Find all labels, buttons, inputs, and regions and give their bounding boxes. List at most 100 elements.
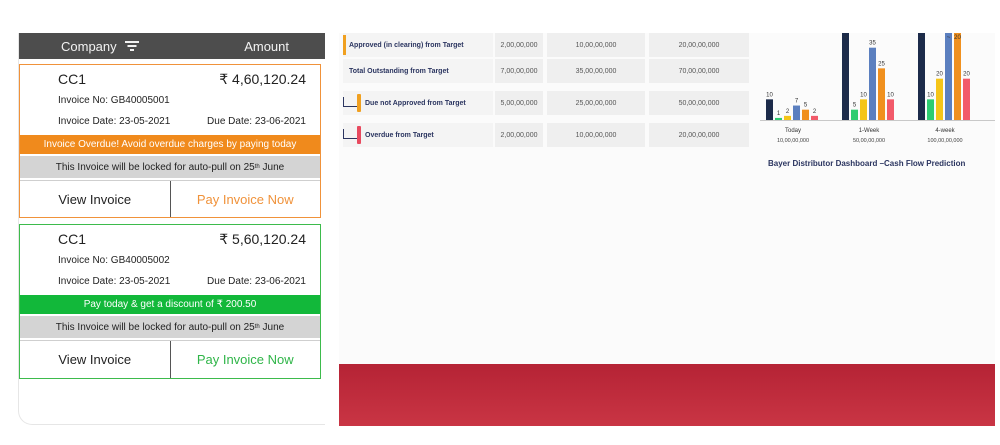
bar-value-label: 20 [936, 72, 943, 78]
chart-bar [945, 33, 952, 120]
invoice-number: Invoice No: GB40005001 [58, 95, 170, 106]
chart-bar [775, 117, 782, 120]
value-month: 20,00,00,000 [649, 33, 749, 57]
cash-flow-chart: 101 2752Today10,00,00,000~5103525101-Week… [760, 33, 995, 144]
category-subtitle: 10,00,00,000 [777, 138, 809, 144]
bar-value-label: 10 [860, 92, 867, 98]
lock-note-suffix: June [259, 161, 285, 173]
lock-note-prefix: This Invoice will be locked for auto-pul… [55, 321, 255, 333]
value-week: 10,00,00,000 [547, 123, 645, 147]
chart-bar [963, 78, 970, 120]
chart-bar [869, 47, 876, 120]
chart-bar [887, 99, 894, 120]
bar-value-label: 10 [766, 92, 773, 98]
bar-value-label: 20 [954, 35, 961, 41]
table-row: Due not Approved from Target 5,00,00,000… [339, 91, 749, 117]
due-date: Due Date: 23-06-2021 [207, 116, 306, 127]
invoice-list-header: Company Amount [19, 33, 325, 59]
view-invoice-button[interactable]: View Invoice [20, 181, 171, 217]
amount-column-header: Amount [244, 38, 289, 54]
company-header-label: Company [61, 38, 117, 54]
value-today: 5,00,00,000 [495, 91, 543, 115]
invoice-date: Invoice Date: 23-05-2021 [58, 276, 171, 287]
category-subtitle: 100,00,00,000 [927, 138, 962, 144]
invoice-date: Invoice Date: 23-05-2021 [58, 116, 171, 127]
bar-value-label: 7 [795, 99, 799, 105]
chart-bar [842, 33, 849, 120]
value-month: 70,00,00,000 [649, 59, 749, 83]
value-today: 2,00,00,000 [495, 33, 543, 57]
chart-bar [802, 109, 809, 120]
value-week: 35,00,00,000 [547, 59, 645, 83]
pay-invoice-button[interactable]: Pay Invoice Now [171, 181, 321, 217]
row-label: Due not Approved from Target [343, 91, 493, 115]
overdue-banner: Invoice Overdue! Avoid overdue charges b… [20, 135, 320, 154]
chart-bar [784, 115, 791, 120]
auto-pull-lock-note: This Invoice will be locked for auto-pul… [20, 316, 320, 338]
category-subtitle: 50,00,00,000 [853, 138, 885, 144]
tree-bracket [343, 97, 357, 107]
invoice-amount: ₹ 4,60,120.24 [219, 71, 306, 87]
invoice-card: CC1 ₹ 4,60,120.24 Invoice No: GB40005001… [19, 64, 321, 218]
row-label: Total Outstanding from Target [343, 59, 493, 83]
bar-value-label: 10 [887, 92, 894, 98]
invoice-company: CC1 [58, 231, 87, 247]
chart-bar [811, 115, 818, 120]
due-date: Due Date: 23-06-2021 [207, 276, 306, 287]
dashboard-footer-band [339, 364, 995, 426]
due-marker [357, 94, 361, 112]
chart-bar [851, 109, 858, 120]
invoice-dates: Invoice Date: 23-05-2021 Due Date: 23-06… [58, 276, 306, 287]
overdue-marker [357, 126, 361, 144]
dashboard-panel: Approved (in clearing) from Target 2,00,… [339, 33, 995, 426]
view-invoice-button[interactable]: View Invoice [20, 341, 171, 378]
chart-bar [927, 99, 934, 120]
auto-pull-lock-note: This Invoice will be locked for auto-pul… [20, 156, 320, 178]
invoice-amount: ₹ 5,60,120.24 [219, 231, 306, 247]
filter-icon[interactable] [124, 41, 139, 51]
pay-invoice-button[interactable]: Pay Invoice Now [171, 341, 321, 378]
value-week: 10,00,00,000 [547, 33, 645, 57]
bar-value-label: 35 [869, 41, 876, 47]
bar-value-label: 2 [786, 109, 790, 115]
chart-bar [860, 99, 867, 120]
chart-bar [954, 33, 961, 120]
invoice-list-panel: Company Amount CC1 ₹ 4,60,120.24 Invoice… [18, 33, 325, 425]
value-week: 25,00,00,000 [547, 91, 645, 115]
row-label: Approved (in clearing) from Target [343, 33, 493, 57]
category-label: Today [785, 128, 801, 134]
bar-value-label: 1 [777, 111, 781, 117]
bar-value-label: 10 [927, 92, 934, 98]
bar-value-label: 5 [804, 103, 808, 109]
lock-note-prefix: This Invoice will be locked for auto-pul… [55, 161, 255, 173]
discount-banner: Pay today & get a discount of ₹ 200.50 [20, 295, 320, 314]
invoice-company: CC1 [58, 71, 87, 87]
bar-value-label: ~ [947, 35, 951, 41]
bar-value-label: ~ [844, 35, 848, 41]
value-month: 20,00,00,000 [649, 123, 749, 147]
chart-bar [766, 99, 773, 120]
invoice-actions: View Invoice Pay Invoice Now [20, 340, 320, 378]
table-row: Approved (in clearing) from Target 2,00,… [339, 33, 749, 59]
chart-bar [936, 78, 943, 120]
bar-value-label: 20 [963, 72, 970, 78]
invoice-actions: View Invoice Pay Invoice Now [20, 180, 320, 217]
value-today: 2,00,00,000 [495, 123, 543, 147]
row-label: Overdue from Target [343, 123, 493, 147]
company-column-header[interactable]: Company [61, 39, 139, 54]
approved-marker [343, 35, 346, 55]
target-table: Approved (in clearing) from Target 2,00,… [339, 33, 749, 149]
bar-value-label: 5 [853, 103, 857, 109]
invoice-dates: Invoice Date: 23-05-2021 Due Date: 23-06… [58, 116, 306, 127]
table-row: Total Outstanding from Target 7,00,00,00… [339, 59, 749, 85]
chart-bar [878, 68, 885, 120]
value-month: 50,00,00,000 [649, 91, 749, 115]
tree-bracket [343, 129, 357, 139]
bar-value-label: 25 [878, 61, 885, 67]
lock-note-suffix: June [259, 321, 285, 333]
bar-value-label: 2 [813, 109, 817, 115]
chart-caption: Bayer Distributor Dashboard –Cash Flow P… [768, 159, 966, 168]
value-today: 7,00,00,000 [495, 59, 543, 83]
bar-value-label: ~ [920, 35, 924, 41]
chart-bar [793, 105, 800, 120]
